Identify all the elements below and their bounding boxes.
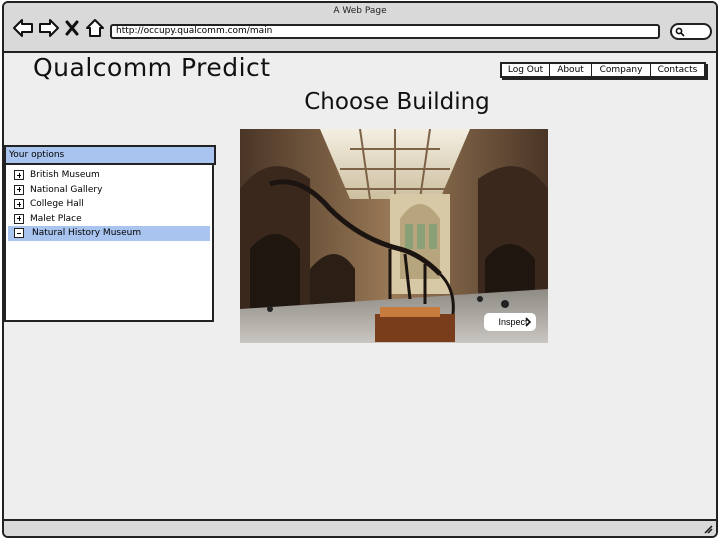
back-arrow-icon[interactable] xyxy=(12,17,34,39)
nav-about[interactable]: About xyxy=(550,64,592,76)
tree-item-national-gallery[interactable]: National Gallery xyxy=(8,183,210,198)
options-panel-header: Your options xyxy=(4,145,216,165)
window-title: A Web Page xyxy=(333,6,387,16)
tree-item-british-museum[interactable]: British Museum xyxy=(8,168,210,183)
expand-plus-icon[interactable] xyxy=(14,213,24,224)
nav-log-out[interactable]: Log Out xyxy=(502,64,550,76)
tree-item-college-hall[interactable]: College Hall xyxy=(8,197,210,212)
tree-item-label: College Hall xyxy=(30,199,84,209)
search-field[interactable] xyxy=(670,23,712,40)
tree-item-label: National Gallery xyxy=(30,184,103,195)
nav-contacts[interactable]: Contacts xyxy=(651,64,704,76)
status-bar xyxy=(4,519,716,536)
tree-item-label: Malet Place xyxy=(30,213,82,224)
tree-item-malet-place[interactable]: Malet Place xyxy=(8,212,210,227)
home-icon[interactable] xyxy=(84,17,106,39)
close-x-icon[interactable] xyxy=(64,17,80,39)
forward-arrow-icon[interactable] xyxy=(38,17,60,39)
resize-grip-icon[interactable] xyxy=(703,524,713,534)
options-tree: British Museum National Gallery College … xyxy=(4,165,214,322)
browser-toolbar: A Web Page http://occupy.qualcomm.com/ma… xyxy=(4,3,716,53)
page-heading: Choose Building xyxy=(304,89,490,115)
inspect-button[interactable]: Inspect xyxy=(484,313,536,331)
tree-item-label: Natural History Museum xyxy=(32,228,142,238)
nav-company[interactable]: Company xyxy=(592,64,651,76)
tree-item-label: British Museum xyxy=(30,170,100,180)
museum-hall-image xyxy=(240,129,548,343)
chevron-right-icon xyxy=(525,317,532,327)
browser-window: A Web Page http://occupy.qualcomm.com/ma… xyxy=(2,1,718,538)
app-title: Qualcomm Predict xyxy=(33,53,271,82)
url-input[interactable]: http://occupy.qualcomm.com/main xyxy=(110,24,660,39)
tree-item-natural-history-museum[interactable]: Natural History Museum xyxy=(8,226,210,241)
expand-plus-icon[interactable] xyxy=(14,170,24,180)
top-navigation: Log Out About Company Contacts xyxy=(500,62,706,78)
expand-plus-icon[interactable] xyxy=(14,184,24,195)
expand-plus-icon[interactable] xyxy=(14,199,24,209)
collapse-minus-icon[interactable] xyxy=(14,228,24,238)
search-icon xyxy=(675,27,685,37)
building-photo: Inspect xyxy=(240,129,548,343)
